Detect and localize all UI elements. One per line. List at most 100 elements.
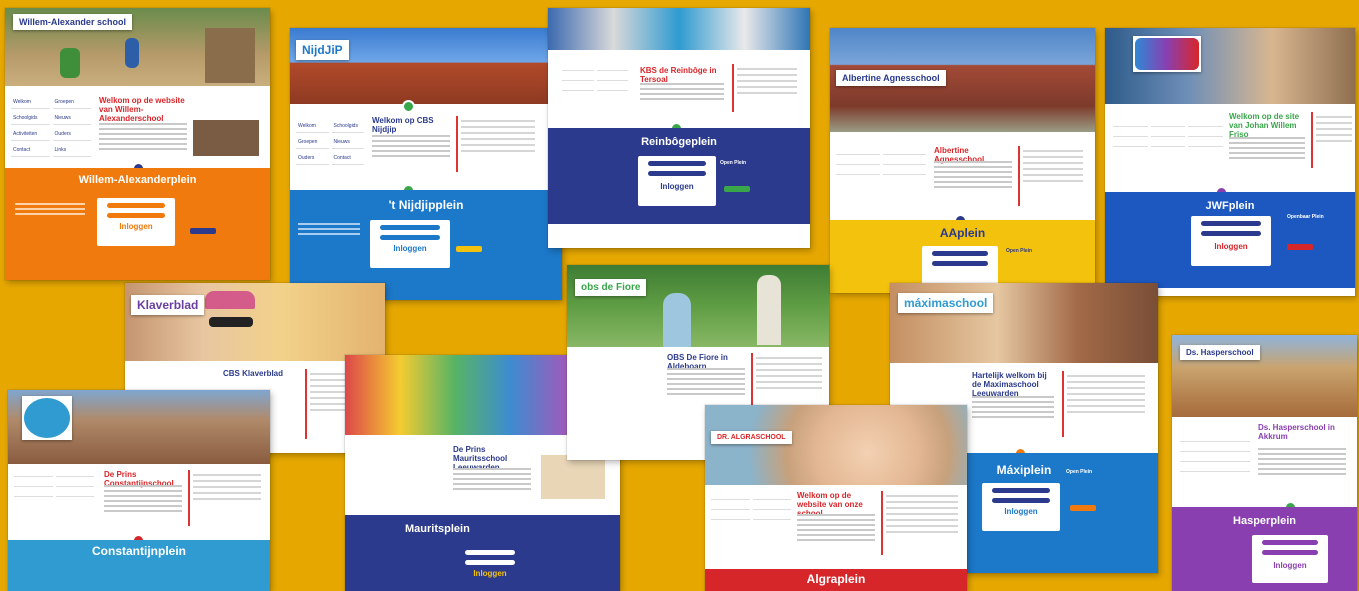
school-site-willem-alexander[interactable]: Willem-Alexander school Welkom Groepen S… bbox=[5, 8, 270, 280]
news-list[interactable] bbox=[751, 353, 825, 413]
login-button[interactable]: Inloggen bbox=[982, 507, 1060, 516]
open-plein-button[interactable] bbox=[724, 186, 750, 192]
school-logo[interactable] bbox=[22, 396, 72, 440]
login-form[interactable]: Inloggen bbox=[370, 220, 450, 268]
menu-item[interactable] bbox=[752, 503, 791, 510]
menu-item[interactable] bbox=[752, 493, 791, 500]
news-list[interactable] bbox=[732, 64, 800, 112]
school-logo[interactable]: Ds. Hasperschool bbox=[1180, 345, 1260, 360]
menu-item[interactable] bbox=[55, 490, 94, 497]
news-list[interactable] bbox=[1311, 112, 1355, 168]
menu-item[interactable] bbox=[711, 493, 750, 500]
school-site-hasperschool[interactable]: Ds. Hasperschool Ds. Hasperschool in Akk… bbox=[1172, 335, 1357, 591]
menu-item[interactable]: Links bbox=[52, 144, 91, 157]
school-logo[interactable]: máximaschool bbox=[898, 293, 994, 313]
school-logo[interactable] bbox=[1133, 36, 1201, 72]
menu-item[interactable] bbox=[596, 74, 628, 81]
menu-item[interactable] bbox=[14, 470, 53, 477]
main-menu[interactable] bbox=[14, 470, 94, 497]
school-site-algraschool[interactable]: DR. ALGRASCHOOL Welkom op de website van… bbox=[705, 405, 967, 591]
open-plein-button[interactable] bbox=[190, 228, 216, 234]
login-button[interactable]: Inloggen bbox=[1191, 242, 1271, 251]
menu-item[interactable]: Contact bbox=[331, 152, 364, 165]
school-logo[interactable]: DR. ALGRASCHOOL bbox=[711, 431, 792, 444]
login-form[interactable]: Inloggen bbox=[455, 545, 525, 585]
main-menu[interactable]: Welkom Groepen Schoolgids Nieuws Activit… bbox=[11, 96, 91, 157]
menu-item[interactable] bbox=[836, 158, 880, 165]
menu-item[interactable] bbox=[882, 148, 926, 155]
login-button[interactable]: Inloggen bbox=[455, 569, 525, 578]
menu-item[interactable] bbox=[1180, 465, 1250, 472]
menu-item[interactable]: Groepen bbox=[296, 136, 329, 149]
menu-item[interactable] bbox=[1180, 435, 1250, 442]
news-list[interactable] bbox=[188, 470, 264, 526]
menu-item[interactable] bbox=[752, 513, 791, 520]
school-site-jwf[interactable]: Welkom op de site van Johan Willem Friso… bbox=[1105, 28, 1355, 296]
menu-item[interactable] bbox=[562, 84, 594, 91]
main-menu[interactable] bbox=[711, 493, 791, 520]
school-logo[interactable]: Klaverblad bbox=[131, 295, 205, 315]
login-form[interactable]: Inloggen bbox=[97, 198, 175, 246]
login-button[interactable]: Inloggen bbox=[1252, 561, 1328, 570]
school-logo[interactable]: obs de Fiore bbox=[575, 279, 647, 296]
main-menu[interactable] bbox=[562, 64, 628, 91]
login-form[interactable]: Inloggen bbox=[1252, 535, 1328, 583]
menu-item[interactable] bbox=[1150, 140, 1186, 147]
menu-item[interactable] bbox=[882, 158, 926, 165]
menu-item[interactable]: Groepen bbox=[52, 96, 91, 109]
menu-item[interactable] bbox=[1150, 120, 1186, 127]
menu-item[interactable] bbox=[14, 480, 53, 487]
menu-item[interactable] bbox=[1113, 120, 1148, 127]
school-site-reinbogen[interactable]: KBS de Reinbôge in Tersoal Reinbôgeplein… bbox=[548, 8, 810, 248]
menu-item[interactable] bbox=[711, 503, 750, 510]
menu-item[interactable] bbox=[55, 470, 94, 477]
school-logo[interactable]: NijdJiP bbox=[296, 40, 349, 60]
main-menu[interactable]: Welkom Schoolgids Groepen Nieuws Ouders … bbox=[296, 120, 364, 165]
menu-item[interactable]: Nieuws bbox=[331, 136, 364, 149]
school-site-albertine-agnes[interactable]: Albertine Agnesschool Albertine Agnessch… bbox=[830, 28, 1095, 293]
main-menu[interactable] bbox=[1180, 435, 1250, 472]
menu-item[interactable] bbox=[1188, 120, 1223, 127]
menu-item[interactable] bbox=[836, 148, 880, 155]
menu-item[interactable] bbox=[882, 168, 926, 175]
menu-item[interactable] bbox=[836, 168, 880, 175]
login-form[interactable]: Inloggen bbox=[638, 156, 716, 206]
login-form[interactable] bbox=[922, 246, 998, 286]
menu-item[interactable] bbox=[596, 84, 628, 91]
news-list[interactable] bbox=[1018, 146, 1086, 206]
menu-item[interactable]: Ouders bbox=[296, 152, 329, 165]
login-button[interactable]: Inloggen bbox=[97, 222, 175, 231]
menu-item[interactable] bbox=[14, 490, 53, 497]
menu-item[interactable] bbox=[1113, 130, 1148, 137]
login-form[interactable]: Inloggen bbox=[1191, 216, 1271, 266]
news-list[interactable] bbox=[1062, 371, 1148, 437]
school-logo[interactable]: Albertine Agnesschool bbox=[836, 70, 946, 86]
open-plein-button[interactable] bbox=[456, 246, 482, 252]
menu-item[interactable]: Welkom bbox=[11, 96, 50, 109]
menu-item[interactable]: Schoolgids bbox=[331, 120, 364, 133]
menu-item[interactable] bbox=[1113, 140, 1148, 147]
menu-item[interactable]: Ouders bbox=[52, 128, 91, 141]
school-logo[interactable]: Willem-Alexander school bbox=[13, 14, 132, 30]
menu-item[interactable]: Nieuws bbox=[52, 112, 91, 125]
login-button[interactable]: Inloggen bbox=[638, 182, 716, 191]
menu-item[interactable]: Welkom bbox=[296, 120, 329, 133]
main-menu[interactable] bbox=[1113, 120, 1223, 147]
menu-item[interactable]: Activiteiten bbox=[11, 128, 50, 141]
open-plein-button[interactable] bbox=[1070, 505, 1096, 511]
open-plein-button[interactable] bbox=[1287, 244, 1313, 250]
menu-item[interactable] bbox=[1150, 130, 1186, 137]
menu-item[interactable] bbox=[711, 513, 750, 520]
menu-item[interactable] bbox=[1188, 140, 1223, 147]
menu-item[interactable] bbox=[55, 480, 94, 487]
menu-item[interactable] bbox=[562, 64, 594, 71]
menu-item[interactable]: Schoolgids bbox=[11, 112, 50, 125]
login-form[interactable]: Inloggen bbox=[982, 483, 1060, 531]
menu-item[interactable] bbox=[1180, 455, 1250, 462]
news-list[interactable] bbox=[881, 491, 961, 555]
school-site-nijdjip[interactable]: NijdJiP Welkom Schoolgids Groepen Nieuws… bbox=[290, 28, 562, 300]
menu-item[interactable] bbox=[562, 74, 594, 81]
school-site-prins-constantijn[interactable]: De Prins Constantijnschool Constantijnpl… bbox=[8, 390, 270, 591]
login-button[interactable]: Inloggen bbox=[370, 244, 450, 253]
main-menu[interactable] bbox=[836, 148, 926, 175]
